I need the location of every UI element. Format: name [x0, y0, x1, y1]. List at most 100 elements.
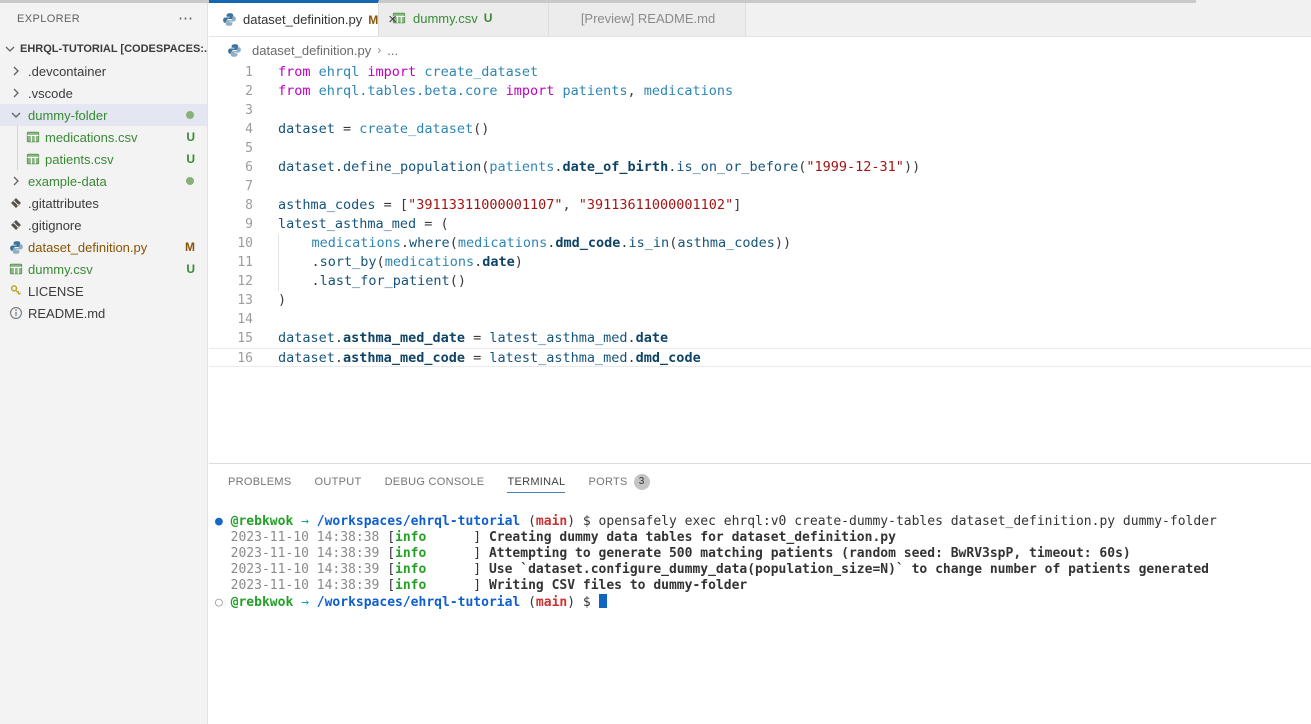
tree-item-license[interactable]: LICENSE	[0, 280, 207, 302]
code-text: from ehrql.tables.beta.core import patie…	[278, 82, 733, 101]
code-line-3[interactable]: 3	[209, 101, 1311, 120]
panel-tab-bar: PROBLEMS OUTPUT DEBUG CONSOLE TERMINAL PORTS…	[209, 464, 1311, 499]
workspace-root-folder[interactable]: EHRQL-TUTORIAL [CODESPACES:...	[0, 38, 207, 60]
chevron-right-icon	[8, 63, 24, 79]
changes-dot-badge	[186, 111, 194, 119]
tree-item-label: patients.csv	[45, 152, 114, 167]
code-line-7[interactable]: 7	[209, 177, 1311, 196]
tree-item-dummy-folder[interactable]: dummy-folder	[0, 104, 207, 126]
code-line-9[interactable]: 9latest_asthma_med = (	[209, 215, 1311, 234]
tree-item-label: dataset_definition.py	[28, 240, 147, 255]
tab-dummy-csv[interactable]: dummy.csvU	[379, 0, 549, 36]
explorer-title: EXPLORER	[17, 13, 80, 25]
code-line-10[interactable]: 10 medications.where(medications.dmd_code…	[209, 234, 1311, 253]
tree-item-readme-md[interactable]: README.md	[0, 302, 207, 324]
terminal-line-6: ○ @rebkwok → /workspaces/ehrql-tutorial …	[215, 594, 1311, 611]
panel-tab-terminal[interactable]: TERMINAL	[507, 464, 565, 499]
panel-tab-problems[interactable]: PROBLEMS	[228, 464, 292, 499]
file-tree: .devcontainer.vscode dummy-folder medicati…	[0, 60, 207, 324]
changes-dot-badge	[186, 177, 194, 185]
breadcrumb-separator: ›	[377, 43, 381, 57]
code-line-8[interactable]: 8 asthma_codes = ["39113311000001107", "3…	[209, 196, 1311, 215]
line-number: 3	[209, 101, 253, 120]
tab-dataset-definition-py[interactable]: dataset_definition.pyM×	[209, 0, 379, 36]
python-icon	[226, 42, 242, 58]
chevron-down-icon	[2, 41, 18, 57]
breadcrumb-file[interactable]: dataset_definition.py	[252, 43, 371, 58]
tab-preview-readme-md[interactable]: [Preview] README.md	[549, 0, 746, 36]
ports-count-badge: 3	[634, 474, 650, 490]
terminal-line-5: 2023-11-10 14:38:39 [info ] Writing CSV …	[215, 578, 1311, 594]
line-number: 10	[209, 234, 253, 253]
panel-tab-label: OUTPUT	[315, 476, 362, 488]
git-icon	[8, 217, 24, 233]
terminal-line-1: ● @rebkwok → /workspaces/ehrql-tutorial …	[215, 514, 1311, 530]
tree-item-devcontainer[interactable]: .devcontainer	[0, 60, 207, 82]
tab-dirty-badge: M	[368, 13, 378, 27]
line-number: 1	[209, 63, 253, 82]
tab-dirty-badge: U	[484, 11, 493, 25]
tree-item-label: LICENSE	[28, 284, 84, 299]
tree-item-medications-csv[interactable]: medications.csvU	[0, 126, 207, 148]
license-icon	[8, 283, 24, 299]
tree-item-patients-csv[interactable]: patients.csvU	[0, 148, 207, 170]
workspace-root-label: EHRQL-TUTORIAL [CODESPACES:...	[20, 43, 207, 55]
breadcrumb[interactable]: dataset_definition.py › ...	[209, 37, 1311, 63]
code-text: asthma_codes = ["39113311000001107", "39…	[278, 196, 741, 215]
code-line-2[interactable]: 2 from ehrql.tables.beta.core import pati…	[209, 82, 1311, 101]
code-line-4[interactable]: 4dataset = create_dataset()	[209, 120, 1311, 139]
code-line-11[interactable]: 11.sort_by(medications.date)	[209, 253, 1311, 272]
tree-item-dataset-definition-py[interactable]: dataset_definition.pyM	[0, 236, 207, 258]
code-text: dataset.asthma_med_code = latest_asthma_…	[278, 349, 701, 366]
tree-item-label: .gitignore	[28, 218, 81, 233]
explorer-header: EXPLORER ⋯	[0, 0, 207, 38]
code-line-14[interactable]: 14	[209, 310, 1311, 329]
code-line-13[interactable]: 13)	[209, 291, 1311, 310]
code-editor[interactable]: 1from ehrql import create_dataset2 from e…	[209, 63, 1311, 367]
line-number: 7	[209, 177, 253, 196]
terminal-cursor	[599, 594, 607, 608]
code-text: medications.where(medications.dmd_code.i…	[278, 234, 791, 253]
code-line-15[interactable]: 15dataset.asthma_med_date = latest_asthm…	[209, 329, 1311, 348]
tree-item-label: README.md	[28, 306, 105, 321]
tree-item-label: example-data	[28, 174, 107, 189]
breadcrumb-more[interactable]: ...	[387, 43, 398, 58]
line-number: 11	[209, 253, 253, 272]
terminal-line-3: 2023-11-10 14:38:39 [info ] Attempting t…	[215, 546, 1311, 562]
explorer-more-actions-icon[interactable]: ⋯	[178, 14, 193, 24]
chevron-right-icon	[8, 85, 24, 101]
tree-item-gitignore[interactable]: .gitignore	[0, 214, 207, 236]
tree-item-vscode[interactable]: .vscode	[0, 82, 207, 104]
editor-tab-bar: dataset_definition.pyM×dummy.csvU [Previe…	[209, 0, 1311, 37]
panel-tab-label: DEBUG CONSOLE	[385, 476, 485, 488]
tree-item-label: .gitattributes	[28, 196, 99, 211]
close-icon[interactable]: ×	[388, 11, 397, 28]
panel-tab-debug-console[interactable]: DEBUG CONSOLE	[385, 464, 485, 499]
code-line-5[interactable]: 5	[209, 139, 1311, 158]
panel-tab-output[interactable]: OUTPUT	[315, 464, 362, 499]
terminal-line-2: 2023-11-10 14:38:38 [info ] Creating dum…	[215, 530, 1311, 546]
code-line-16[interactable]: 16dataset.asthma_med_code = latest_asthm…	[209, 348, 1311, 367]
code-line-6[interactable]: 6dataset.define_population(patients.date…	[209, 158, 1311, 177]
python-icon	[8, 239, 24, 255]
editor-area: dataset_definition.pyM×dummy.csvU[Previe…	[209, 0, 1311, 463]
tree-item-gitattributes[interactable]: .gitattributes	[0, 192, 207, 214]
code-text: dataset.asthma_med_date = latest_asthma_…	[278, 329, 668, 348]
tree-item-dummy-csv[interactable]: dummy.csvU	[0, 258, 207, 280]
line-number: 14	[209, 310, 253, 329]
code-line-12[interactable]: 12.last_for_patient()	[209, 272, 1311, 291]
tab-label: [Preview] README.md	[581, 11, 715, 26]
line-number: 2	[209, 82, 253, 101]
line-number: 12	[209, 272, 253, 291]
tree-item-label: dummy-folder	[28, 108, 107, 123]
line-number: 8	[209, 196, 253, 215]
panel-tab-ports[interactable]: PORTS3	[588, 464, 649, 499]
tree-item-example-data[interactable]: example-data	[0, 170, 207, 192]
terminal[interactable]: ● @rebkwok → /workspaces/ehrql-tutorial …	[209, 499, 1311, 611]
code-line-1[interactable]: 1from ehrql import create_dataset	[209, 63, 1311, 82]
line-number: 13	[209, 291, 253, 310]
tree-item-label: dummy.csv	[28, 262, 93, 277]
line-number: 6	[209, 158, 253, 177]
table-icon	[25, 129, 41, 145]
tree-item-label: medications.csv	[45, 130, 137, 145]
